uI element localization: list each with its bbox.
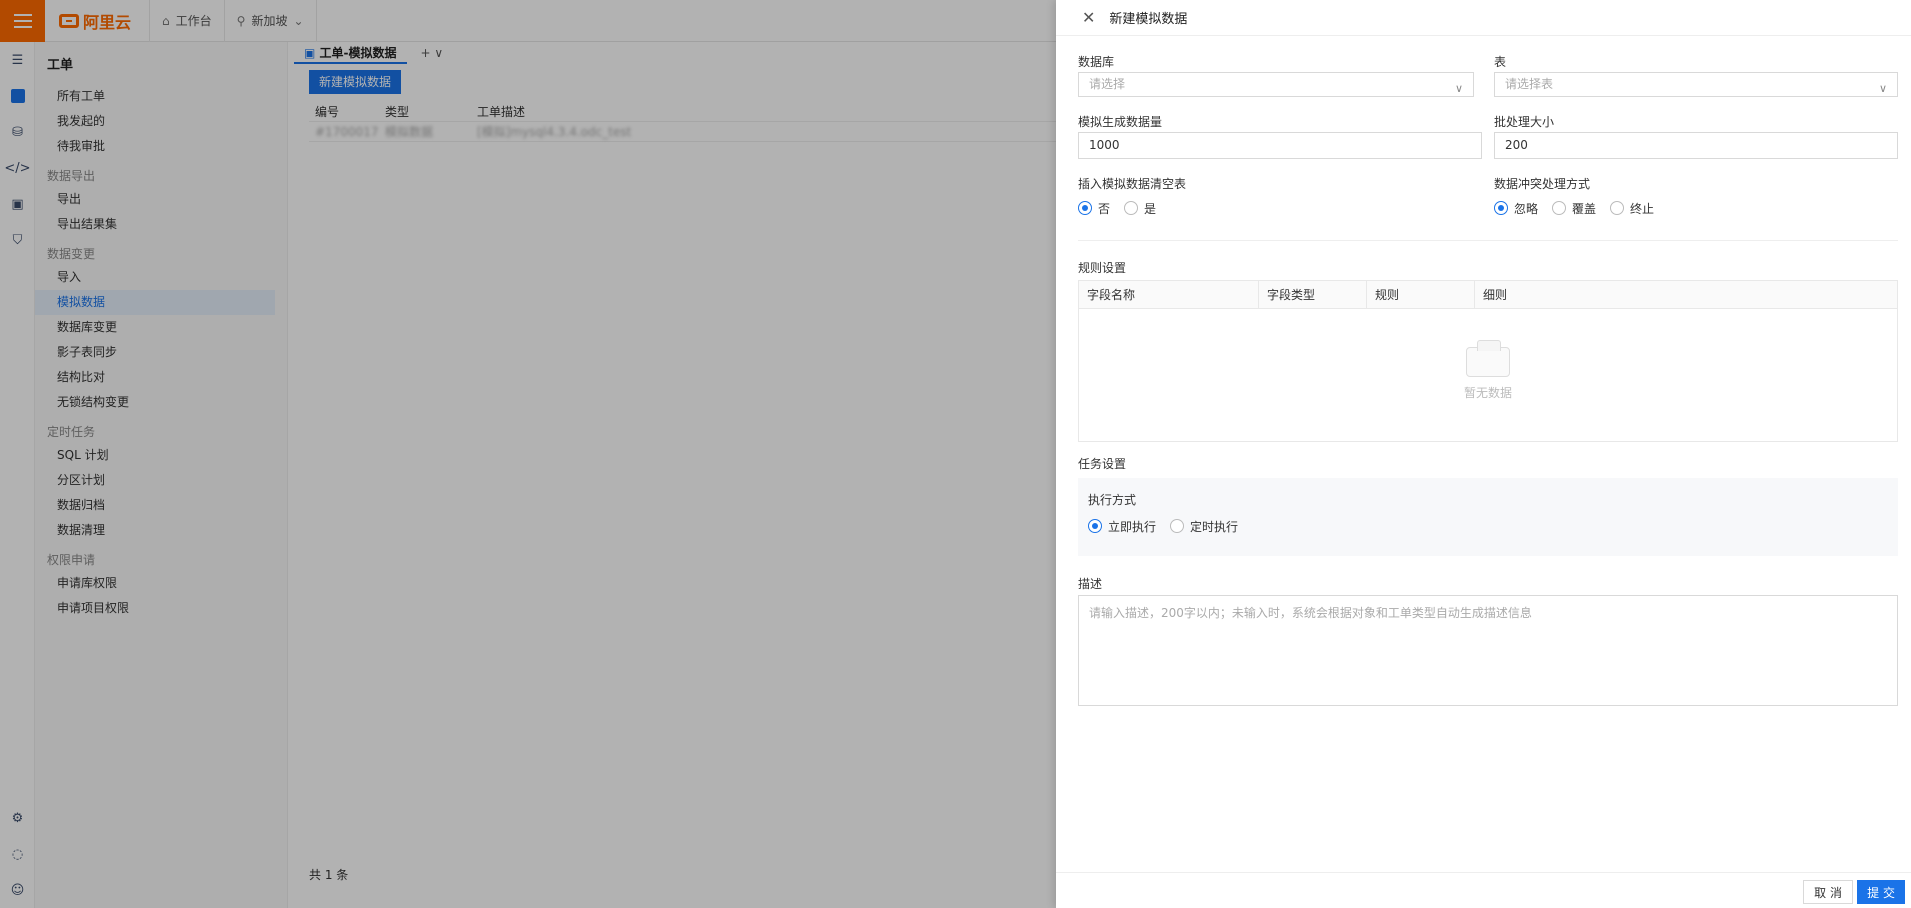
exec-mode-radio-0[interactable]: 立即执行 [1088, 518, 1156, 535]
task-label: 任务设置 [1078, 457, 1127, 471]
batch-label: 批处理大小 [1494, 115, 1555, 129]
batch-input[interactable]: 200 [1494, 132, 1898, 159]
table-label: 表 [1494, 55, 1507, 69]
conflict-radio-1[interactable]: 覆盖 [1552, 200, 1596, 217]
table-select[interactable]: 请选择表 ∨ [1494, 72, 1898, 97]
chevron-down-icon: ∨ [1878, 82, 1887, 95]
empty-state: 暂无数据 [1079, 340, 1897, 401]
conflict-option-label: 覆盖 [1572, 201, 1597, 216]
exec-mode-option-label: 定时执行 [1190, 519, 1239, 534]
description-label: 描述 [1078, 577, 1103, 591]
conflict-radio-0[interactable]: 忽略 [1494, 200, 1538, 217]
conflict-radio-2[interactable]: 终止 [1610, 200, 1654, 217]
new-mock-data-drawer: ✕ 新建模拟数据 数据库 请选择 ∨ 表 请选择表 ∨ 模拟生成数据量 1000… [1056, 0, 1911, 908]
database-label: 数据库 [1078, 55, 1115, 69]
conflict-radio-group: 忽略 覆盖 终止 [1494, 198, 1898, 218]
radio-circle-icon [1170, 519, 1185, 533]
exec-mode-radio-1[interactable]: 定时执行 [1170, 518, 1238, 535]
app-root: 阿里云 ⌂ 工作台 ⚲ 新加坡 ⌄ ☰ ⛁ </> ▣ ⛉ ⚙ ◌ ☺ 工单 所… [0, 0, 1911, 908]
batch-field: 批处理大小 200 [1494, 114, 1898, 159]
exec-mode-option-label: 立即执行 [1108, 519, 1157, 534]
col-detail: 细则 [1483, 288, 1508, 302]
divider [1078, 240, 1898, 241]
drawer-footer: 取 消 提 交 [1056, 872, 1911, 908]
description-textarea[interactable]: 请输入描述，200字以内；未输入时，系统会根据对象和工单类型自动生成描述信息 [1078, 595, 1898, 706]
clear-table-radio-0[interactable]: 否 [1078, 200, 1110, 217]
task-settings-box: 执行方式 立即执行 定时执行 [1078, 478, 1898, 556]
radio-circle-icon [1610, 201, 1625, 215]
empty-box-icon [1466, 340, 1510, 377]
submit-button[interactable]: 提 交 [1857, 880, 1905, 904]
conflict-label: 数据冲突处理方式 [1494, 177, 1591, 191]
radio-circle-icon [1494, 201, 1508, 215]
radio-circle-icon [1552, 201, 1567, 215]
database-field: 数据库 请选择 ∨ [1078, 54, 1474, 97]
radio-circle-icon [1124, 201, 1139, 215]
database-placeholder: 请选择 [1089, 77, 1126, 91]
conflict-option-label: 终止 [1630, 201, 1655, 216]
clear-table-field: 插入模拟数据清空表 否是 [1078, 176, 1474, 218]
col-field-type: 字段类型 [1259, 281, 1367, 308]
radio-circle-icon [1088, 519, 1102, 533]
count-input[interactable]: 1000 [1078, 132, 1482, 159]
chevron-down-icon: ∨ [1454, 82, 1463, 95]
drawer-header: ✕ 新建模拟数据 [1056, 0, 1911, 36]
radio-circle-icon [1078, 201, 1092, 215]
clear-table-option-label: 否 [1098, 201, 1111, 216]
count-label: 模拟生成数据量 [1078, 115, 1163, 129]
count-field: 模拟生成数据量 1000 [1078, 114, 1482, 159]
rules-label: 规则设置 [1078, 261, 1127, 275]
conflict-option-label: 忽略 [1514, 201, 1539, 216]
exec-mode-radio-group: 立即执行 定时执行 [1088, 516, 1888, 536]
col-rule: 规则 [1367, 281, 1475, 308]
clear-table-radio-1[interactable]: 是 [1124, 200, 1156, 217]
table-field: 表 请选择表 ∨ [1494, 54, 1898, 97]
drawer-title: 新建模拟数据 [1109, 12, 1188, 27]
exec-mode-label: 执行方式 [1088, 493, 1137, 507]
clear-table-label: 插入模拟数据清空表 [1078, 177, 1187, 191]
clear-table-radio-group: 否是 [1078, 198, 1474, 218]
database-select[interactable]: 请选择 ∨ [1078, 72, 1474, 97]
conflict-field: 数据冲突处理方式 忽略 覆盖 终止 [1494, 176, 1898, 218]
empty-text: 暂无数据 [1463, 386, 1512, 400]
close-icon[interactable]: ✕ [1082, 9, 1095, 26]
col-field-name: 字段名称 [1079, 281, 1259, 308]
rules-table: 字段名称 字段类型 规则 细则 暂无数据 [1078, 280, 1898, 442]
cancel-button[interactable]: 取 消 [1803, 880, 1853, 904]
table-placeholder: 请选择表 [1505, 77, 1554, 91]
clear-table-option-label: 是 [1144, 201, 1157, 216]
rules-table-header: 字段名称 字段类型 规则 细则 [1079, 281, 1897, 309]
